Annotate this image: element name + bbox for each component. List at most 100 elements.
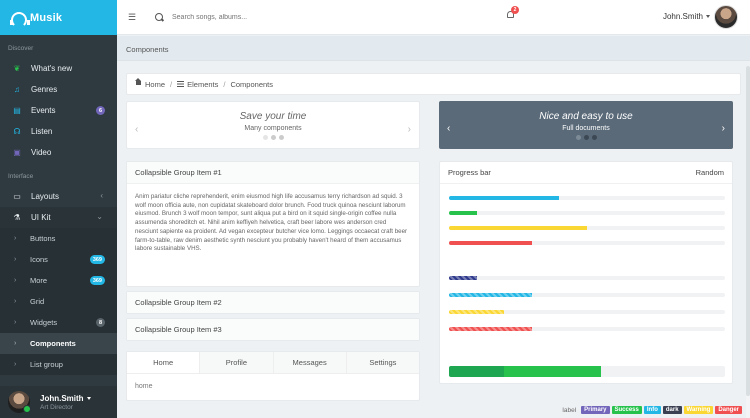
ui-kit-submenu: › Buttons › Icons 369 › More 369 › Grid › Widgets 8 ›… — [0, 228, 117, 375]
sidebar-subitem-grid[interactable]: › Grid — [0, 291, 117, 312]
main-content: Components Home / Elements / Components … — [117, 36, 750, 418]
leaf-icon: ❦ — [13, 64, 21, 73]
sidebar-item-label: What's new — [31, 64, 73, 73]
avatar — [8, 391, 31, 413]
sidebar-item-what-s-new[interactable]: ❦ What's new — [0, 58, 117, 79]
sidebar-subitem-more[interactable]: › More 369 — [0, 270, 117, 291]
sidebar-user-name: John.Smith — [40, 394, 91, 403]
avatar[interactable] — [714, 5, 738, 29]
labels-row: label Primary Success Info dark Warning Dange… — [562, 406, 742, 414]
home-icon — [135, 78, 142, 87]
search-input[interactable] — [172, 13, 332, 21]
section-discover: Discover — [8, 45, 34, 52]
sidebar-item-listen[interactable]: ☊ Listen — [0, 121, 117, 142]
section-interface: Interface — [8, 173, 34, 180]
chevron-right-icon: › — [14, 277, 17, 284]
sidebar-item-label: Video — [31, 148, 52, 157]
progress-fill — [449, 366, 505, 377]
progress-fill — [449, 241, 532, 245]
sidebar-user-role: Art Director — [40, 403, 73, 411]
music-icon: ♫ — [14, 85, 20, 94]
count-badge: 369 — [89, 255, 105, 264]
notifications-button[interactable]: 2 — [507, 6, 519, 20]
label-plain: label — [562, 406, 577, 414]
flask-icon: ⚗ — [13, 213, 21, 222]
collapsible-body: Anim pariatur cliche reprehenderit, enim… — [135, 193, 408, 253]
sidebar-item-video[interactable]: ▣ Video — [0, 142, 117, 163]
carousel-indicators[interactable] — [575, 134, 597, 140]
progress-panel: Progress bar Random — [439, 161, 733, 384]
progress-fill — [449, 327, 532, 331]
carousel-prev-icon[interactable]: ‹ — [447, 123, 450, 134]
progress-bar-striped — [449, 310, 725, 314]
chevron-left-icon: ‹ — [100, 191, 103, 200]
breadcrumb-elements[interactable]: Elements — [187, 80, 218, 89]
top-header: ☰ — [117, 0, 750, 35]
tab-messages[interactable]: Messages — [272, 352, 346, 373]
progress-fill — [449, 293, 532, 297]
count-badge: 6 — [95, 106, 105, 115]
sidebar-item-ui-kit[interactable]: ⚗ UI Kit ⌄ — [0, 207, 117, 228]
tab-settings[interactable]: Settings — [345, 352, 419, 373]
progress-title: Progress bar — [448, 168, 491, 177]
progress-fill — [449, 211, 477, 215]
random-button[interactable]: Random — [696, 168, 724, 177]
chevron-right-icon: › — [14, 256, 17, 263]
progress-header: Progress bar Random — [440, 162, 732, 184]
breadcrumb-home[interactable]: Home — [145, 80, 165, 89]
sidebar-item-label: More — [30, 276, 48, 285]
collapsible-header[interactable]: Collapsible Group Item #2 — [127, 292, 419, 313]
search-bar — [155, 12, 332, 22]
video-icon: ▣ — [13, 148, 21, 157]
list-icon — [177, 81, 185, 87]
scrollbar-thumb[interactable] — [746, 66, 750, 396]
progress-fill — [449, 276, 477, 280]
sidebar-item-label: Icons — [30, 255, 48, 264]
search-icon — [155, 12, 164, 22]
tab-home[interactable]: Home — [127, 352, 200, 373]
chevron-right-icon: › — [14, 340, 17, 347]
sidebar-item-events[interactable]: ▤ Events 6 — [0, 100, 117, 121]
sidebar-subitem-components[interactable]: › Components — [0, 333, 117, 354]
sidebar-subitem-list-group[interactable]: › List group — [0, 354, 117, 375]
carousel-prev-icon[interactable]: ‹ — [135, 124, 138, 135]
carousel-next-icon[interactable]: › — [722, 123, 725, 134]
brand-logo[interactable]: Musik — [0, 0, 117, 35]
collapsible-header[interactable]: Collapsible Group Item #1 — [127, 162, 419, 184]
sidebar-subitem-widgets[interactable]: › Widgets 8 — [0, 312, 117, 333]
carousel-indicators[interactable] — [262, 134, 284, 140]
tab-bar: Home Profile Messages Settings — [127, 352, 419, 374]
breadcrumb: Home / Elements / Components — [126, 73, 741, 95]
collapsible-header[interactable]: Collapsible Group Item #3 — [127, 319, 419, 340]
chevron-down-icon: ⌄ — [96, 212, 103, 221]
sidebar-subitem-buttons[interactable]: › Buttons — [0, 228, 117, 249]
tabs-panel: Home Profile Messages Settings home — [126, 351, 420, 401]
scrollbar[interactable] — [746, 66, 750, 418]
collapsible-item-3: Collapsible Group Item #3 — [126, 318, 420, 341]
sidebar-user[interactable]: John.Smith Art Director — [0, 386, 117, 418]
progress-fill — [449, 196, 560, 200]
progress-bar-striped — [449, 327, 725, 331]
carousel-title: Save your time — [239, 110, 307, 122]
sidebar-item-genres[interactable]: ♫ Genres — [0, 79, 117, 100]
count-badge: 8 — [95, 318, 105, 327]
collapsible-item-1: Collapsible Group Item #1 Anim pariatur … — [126, 161, 420, 287]
user-menu[interactable]: John.Smith — [663, 12, 710, 21]
carousel-subtitle: Many components — [244, 124, 302, 132]
progress-bar — [449, 241, 725, 245]
menu-toggle-icon[interactable]: ☰ — [117, 0, 147, 35]
progress-bar — [449, 196, 725, 200]
tab-content: home — [135, 383, 153, 390]
tab-profile[interactable]: Profile — [199, 352, 273, 373]
progress-bar-striped — [449, 293, 725, 297]
sidebar-subitem-icons[interactable]: › Icons 369 — [0, 249, 117, 270]
sidebar-item-layouts[interactable]: ▭ Layouts ‹ — [0, 186, 117, 207]
sidebar-item-label: Layouts — [31, 192, 60, 201]
calendar-icon: ▤ — [13, 106, 21, 115]
carousel-next-icon[interactable]: › — [408, 124, 411, 135]
carousel-light: ‹ Save your time Many components › — [126, 101, 420, 149]
sidebar-item-label: Buttons — [30, 234, 56, 243]
sidebar-item-label: List group — [30, 360, 63, 369]
label-success: Success — [611, 406, 642, 414]
desktop-icon: ▭ — [13, 192, 21, 201]
